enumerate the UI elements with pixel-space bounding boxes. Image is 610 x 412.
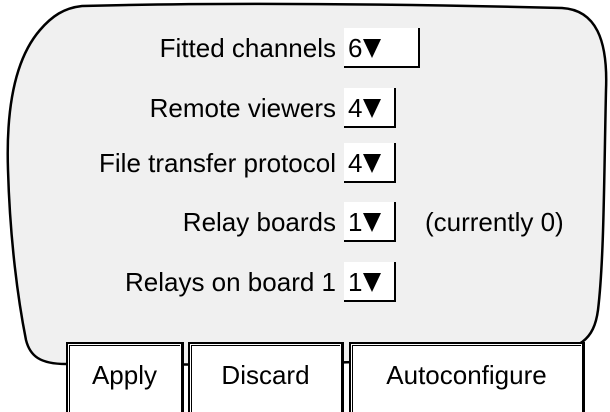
- autoconfigure-button[interactable]: Autoconfigure: [349, 342, 585, 412]
- discard-button[interactable]: Discard: [188, 342, 344, 412]
- relays-on-board-value: 1: [348, 267, 363, 297]
- remote-viewers-label: Remote viewers: [149, 93, 336, 123]
- fitted-channels-value: 6: [348, 33, 363, 63]
- remote-viewers-row: Remote viewers 4: [0, 88, 610, 128]
- relay-boards-current-note: (currently 0): [425, 207, 564, 237]
- fitted-channels-row: Fitted channels 6: [0, 28, 610, 68]
- apply-button[interactable]: Apply: [66, 342, 184, 412]
- relays-on-board-dropdown[interactable]: 1: [344, 262, 396, 302]
- relay-boards-label: Relay boards: [182, 207, 336, 237]
- relay-boards-row: Relay boards 1 (currently 0): [0, 202, 610, 242]
- triangle-down-icon: [363, 213, 382, 233]
- triangle-down-icon: [363, 39, 382, 59]
- relay-boards-value: 1: [348, 207, 363, 237]
- fitted-channels-label: Fitted channels: [159, 33, 336, 63]
- triangle-down-icon: [363, 99, 382, 119]
- file-transfer-protocol-label: File transfer protocol: [99, 148, 336, 178]
- file-transfer-protocol-dropdown[interactable]: 4: [344, 143, 396, 183]
- relays-on-board-label: Relays on board 1: [124, 267, 336, 297]
- fitted-channels-dropdown[interactable]: 6: [344, 28, 420, 68]
- triangle-down-icon: [363, 273, 382, 293]
- file-transfer-protocol-value: 4: [348, 148, 363, 178]
- remote-viewers-value: 4: [348, 93, 363, 123]
- relay-boards-dropdown[interactable]: 1: [344, 202, 396, 242]
- file-transfer-protocol-row: File transfer protocol 4: [0, 143, 610, 183]
- remote-viewers-dropdown[interactable]: 4: [344, 88, 396, 128]
- triangle-down-icon: [363, 154, 382, 174]
- relays-on-board-row: Relays on board 1 1: [0, 262, 610, 302]
